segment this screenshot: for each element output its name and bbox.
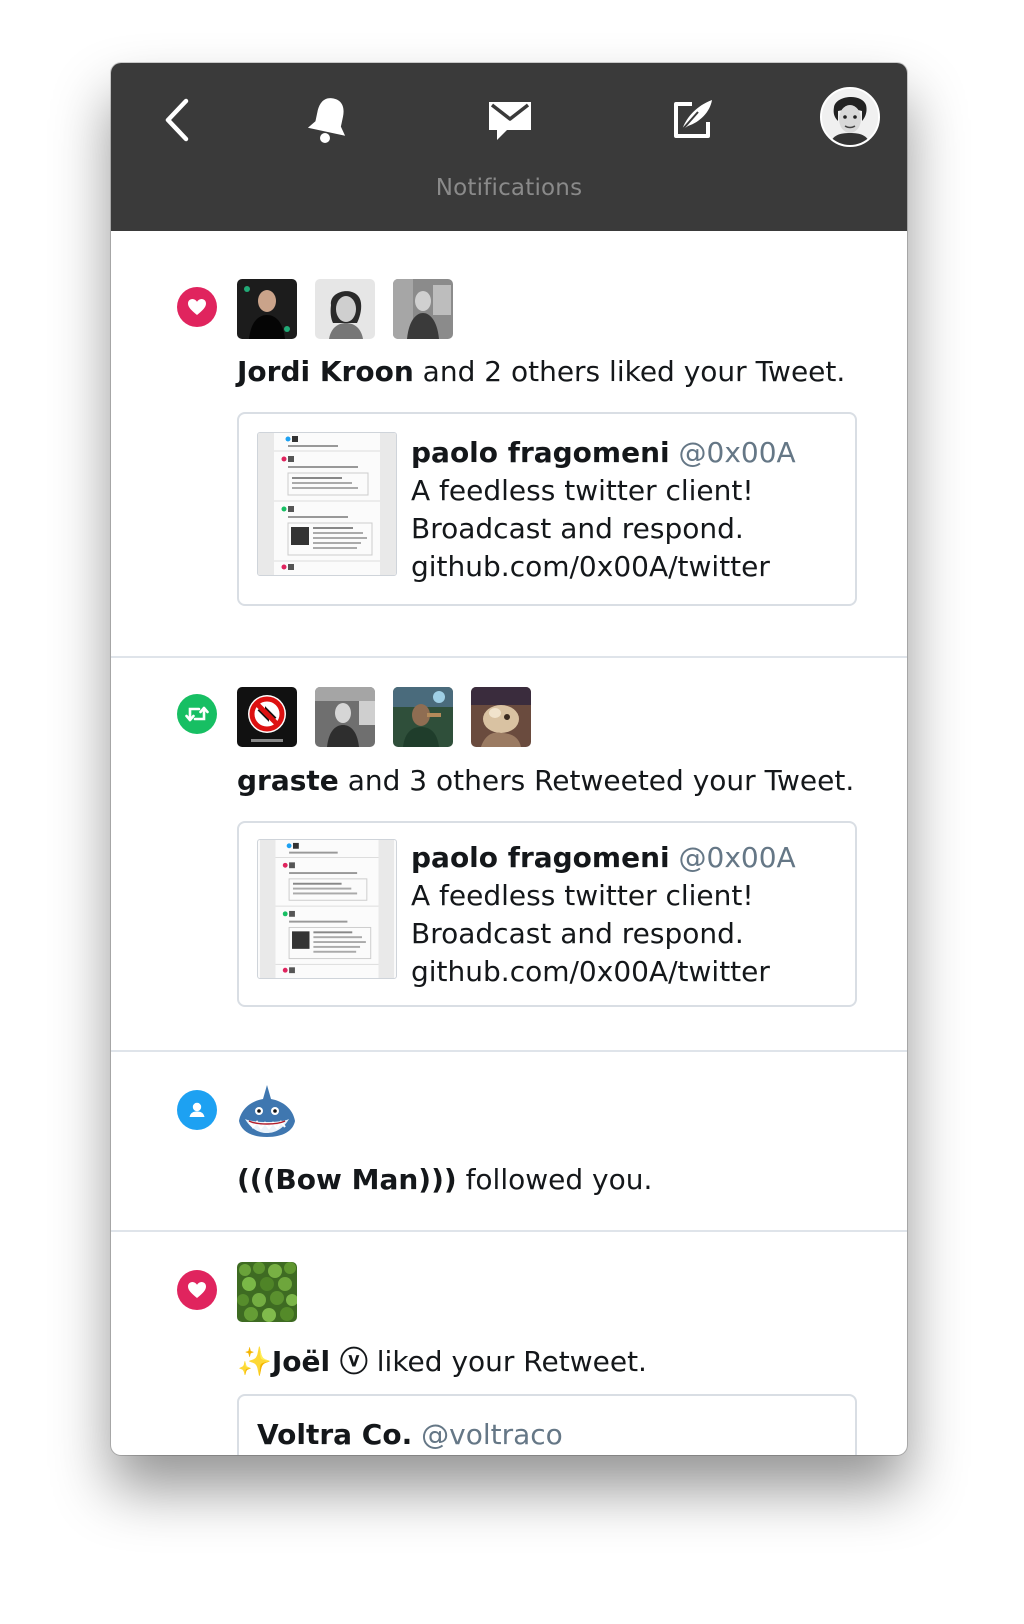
tweet-author-handle[interactable]: @0x00A <box>679 841 796 874</box>
profile-avatar[interactable] <box>820 87 880 147</box>
sparkles-icon: ✨ <box>237 1345 272 1378</box>
notification-message: liked your Retweet. <box>367 1345 647 1378</box>
avatar[interactable] <box>237 687 297 747</box>
avatar[interactable] <box>393 279 453 339</box>
notification-text: graste and 3 others Retweeted your Tweet… <box>237 764 854 797</box>
tweet-author-handle[interactable]: @voltraco <box>421 1418 563 1451</box>
notification-message: and 3 others Retweeted your Tweet. <box>338 764 855 797</box>
back-icon[interactable] <box>143 85 213 155</box>
notification-item[interactable]: ✨Joël ⓥ liked your Retweet. Voltra Co. @… <box>111 1232 907 1455</box>
compose-icon[interactable] <box>657 85 727 155</box>
tweet-content: paolo fragomeni @0x00A A feedless twitte… <box>411 434 796 586</box>
quoted-tweet-card[interactable]: Voltra Co. @voltraco <box>237 1394 857 1455</box>
avatar-group <box>237 1262 297 1322</box>
actor-name[interactable]: graste <box>237 764 339 797</box>
notification-text: Jordi Kroon and 2 others liked your Twee… <box>237 355 845 388</box>
avatar-group <box>237 687 531 747</box>
tweet-author-name[interactable]: Voltra Co. <box>257 1418 412 1451</box>
avatar[interactable] <box>471 687 531 747</box>
tweet-text-line: A feedless twitter client! <box>411 879 754 912</box>
tweet-text-line[interactable]: github.com/0x00A/twitter <box>411 953 796 991</box>
notification-item[interactable]: graste and 3 others Retweeted your Tweet… <box>111 658 907 1052</box>
heart-icon <box>177 287 217 327</box>
notification-text: ✨Joël ⓥ liked your Retweet. <box>237 1340 647 1380</box>
follow-icon <box>177 1090 217 1130</box>
quoted-tweet-card[interactable]: paolo fragomeni @0x00A A feedless twitte… <box>237 412 857 606</box>
notification-message: and 2 others liked your Tweet. <box>413 355 846 388</box>
avatar[interactable] <box>393 687 453 747</box>
page-title: Notifications <box>435 175 583 201</box>
bell-icon[interactable] <box>294 85 364 155</box>
actor-name[interactable]: (((Bow Man))) <box>237 1163 457 1196</box>
avatar-group <box>237 279 453 339</box>
toolbar: Notifications <box>111 63 907 231</box>
avatar[interactable] <box>237 1083 297 1143</box>
avatar[interactable] <box>237 1262 297 1322</box>
tweet-thumbnail <box>257 432 397 576</box>
heart-icon <box>177 1270 217 1310</box>
tweet-text-line[interactable]: github.com/0x00A/twitter <box>411 548 796 586</box>
avatar[interactable] <box>315 687 375 747</box>
quoted-tweet-card[interactable]: paolo fragomeni @0x00A A feedless twitte… <box>237 821 857 1007</box>
avatar[interactable] <box>237 279 297 339</box>
actor-name[interactable]: Jordi Kroon <box>237 355 414 388</box>
tweet-content: Voltra Co. @voltraco <box>257 1416 563 1454</box>
notification-message: followed you. <box>456 1163 653 1196</box>
tweet-thumbnail <box>257 839 397 979</box>
tweet-text-line: A feedless twitter client! <box>411 474 754 507</box>
tweet-author-name[interactable]: paolo fragomeni <box>411 841 670 874</box>
tweet-author-name[interactable]: paolo fragomeni <box>411 436 670 469</box>
tweet-text-line: Broadcast and respond. <box>411 917 744 950</box>
notification-text: (((Bow Man))) followed you. <box>237 1163 652 1196</box>
notification-feed[interactable]: Jordi Kroon and 2 others liked your Twee… <box>111 231 907 1455</box>
tweet-text-line: Broadcast and respond. <box>411 512 744 545</box>
tweet-content: paolo fragomeni @0x00A A feedless twitte… <box>411 839 796 991</box>
mail-icon[interactable] <box>475 85 545 155</box>
avatar[interactable] <box>315 279 375 339</box>
avatar-group <box>237 1083 297 1143</box>
retweet-icon <box>177 694 217 734</box>
notification-item[interactable]: Jordi Kroon and 2 others liked your Twee… <box>111 231 907 658</box>
tweet-author-handle[interactable]: @0x00A <box>679 436 796 469</box>
notification-item[interactable]: (((Bow Man))) followed you. <box>111 1052 907 1232</box>
app-window: Notifications Jordi Kroon and 2 others l… <box>111 63 907 1455</box>
actor-name[interactable]: Joël ⓥ <box>272 1345 368 1378</box>
